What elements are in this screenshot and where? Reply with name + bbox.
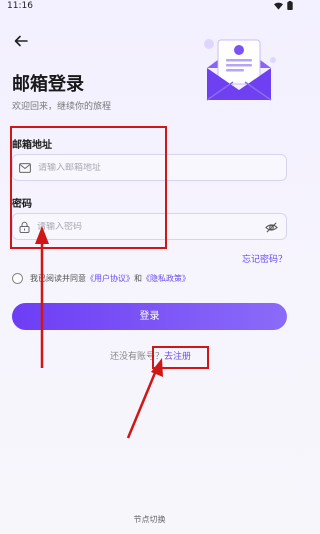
status-bar: 11:16	[0, 0, 299, 14]
status-time: 11:16	[7, 1, 33, 11]
register-link[interactable]: 去注册	[164, 352, 191, 362]
register-row: 还没有账号？去注册	[110, 349, 191, 362]
privacy-policy-link[interactable]: 《隐私政策》	[142, 273, 190, 284]
register-prompt: 还没有账号？	[110, 352, 165, 362]
email-label: 邮箱地址	[12, 140, 52, 151]
status-icons	[274, 1, 293, 10]
agreement-prefix: 我已阅读并同意	[30, 274, 86, 283]
eye-off-icon[interactable]	[265, 221, 278, 234]
password-field[interactable]	[12, 213, 287, 240]
user-agreement-link[interactable]: 《用户协议》	[86, 273, 134, 284]
agreement-checkbox[interactable]	[12, 273, 23, 284]
email-field[interactable]	[12, 154, 287, 181]
page-subtitle: 欢迎回来，继续你的旅程	[12, 102, 112, 112]
node-switch-button[interactable]: 节点切换	[0, 514, 299, 525]
battery-icon	[287, 1, 293, 10]
forgot-password-link[interactable]: 忘记密码？	[242, 252, 287, 265]
mail-illustration	[204, 39, 276, 101]
wifi-icon	[274, 2, 283, 10]
email-input[interactable]	[38, 162, 238, 173]
page-title: 邮箱登录	[12, 74, 84, 95]
password-input[interactable]	[37, 221, 237, 232]
agreement-row: 我已阅读并同意 《用户协议》 和 《隐私政策》	[12, 273, 190, 284]
mail-icon	[19, 162, 31, 173]
agreement-and: 和	[134, 274, 142, 283]
annotation-arrow-diagonal	[126, 358, 163, 439]
lock-icon	[19, 221, 30, 233]
back-arrow-icon[interactable]	[13, 33, 29, 49]
password-label: 密码	[12, 199, 32, 210]
annotation-arrow-up	[35, 226, 49, 368]
login-button[interactable]: 登录	[12, 303, 287, 330]
